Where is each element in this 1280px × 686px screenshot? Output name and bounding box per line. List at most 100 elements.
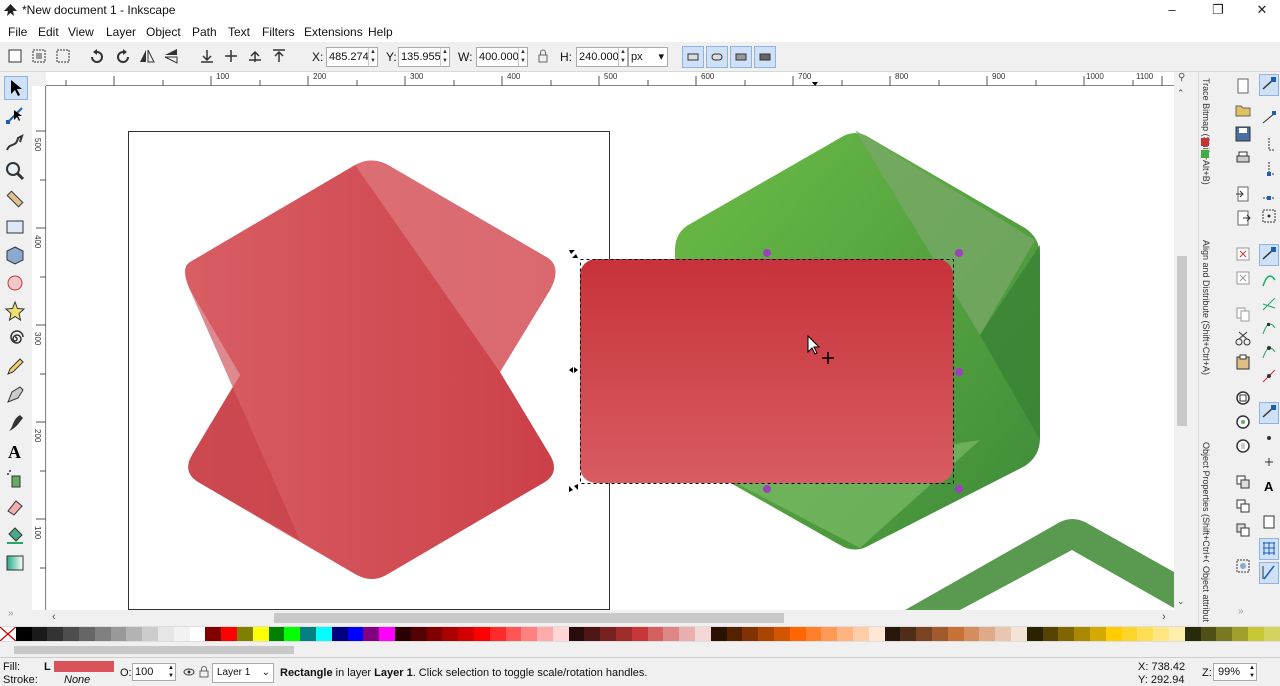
menu-filters[interactable]: Filters: [262, 25, 295, 39]
palette-swatch[interactable]: [884, 627, 901, 641]
snap-rotation-center-icon[interactable]: [1261, 454, 1277, 470]
cut-icon[interactable]: [1235, 330, 1251, 346]
new-document-icon[interactable]: [1235, 78, 1251, 94]
palette-swatch[interactable]: [1232, 627, 1248, 641]
layer-select[interactable]: Layer 1 ⌄: [212, 663, 274, 683]
menu-file[interactable]: File: [8, 25, 27, 39]
palette-swatch[interactable]: [15, 627, 32, 641]
dock-tab-object-attributes[interactable]: Object attributes: [1201, 566, 1211, 622]
palette-swatch[interactable]: [489, 627, 506, 641]
snap-text-baseline-icon[interactable]: A: [1261, 478, 1277, 494]
palette-swatch[interactable]: [868, 627, 885, 641]
select-all-layers-icon[interactable]: [30, 47, 48, 65]
palette-swatch[interactable]: [568, 627, 585, 641]
snap-cusp-icon[interactable]: [1261, 320, 1277, 336]
drawing-canvas[interactable]: [47, 86, 1174, 610]
palette-swatch[interactable]: [205, 627, 222, 641]
palette-swatch[interactable]: [647, 627, 664, 641]
palette-swatch[interactable]: [805, 627, 822, 641]
restore-button[interactable]: ❐: [1196, 0, 1240, 22]
palette-swatch[interactable]: [315, 627, 332, 641]
h-field[interactable]: 240.000 ▲ ▼: [576, 47, 628, 67]
x-field[interactable]: 485.274 ▲ ▼: [326, 47, 378, 67]
rotate-ccw-icon[interactable]: [88, 47, 106, 65]
lock-icon[interactable]: [534, 47, 552, 65]
palette-swatch[interactable]: [1247, 627, 1264, 641]
palette-swatch[interactable]: [442, 627, 459, 641]
palette-swatch[interactable]: [426, 627, 443, 641]
palette-swatch[interactable]: [284, 627, 301, 641]
rotate-cw-icon[interactable]: [114, 47, 132, 65]
copy-icon[interactable]: [1235, 306, 1251, 322]
palette-swatch[interactable]: [774, 627, 790, 641]
palette-swatch[interactable]: [916, 627, 933, 641]
palette-swatch[interactable]: [157, 627, 174, 641]
palette-swatch[interactable]: [521, 627, 538, 641]
palette-swatch[interactable]: [1105, 627, 1122, 641]
menu-layer[interactable]: Layer: [106, 25, 136, 39]
palette-swatch[interactable]: [758, 627, 775, 641]
scroll-left-icon[interactable]: ‹: [52, 611, 56, 623]
menu-help[interactable]: Help: [368, 25, 393, 39]
dock-tab-trace-bitmap[interactable]: Trace Bitmap (Shift+Alt+B): [1201, 78, 1211, 185]
palette-swatch[interactable]: [268, 627, 285, 641]
horizontal-scroll-thumb[interactable]: [274, 613, 784, 623]
palette-swatch[interactable]: [1042, 627, 1059, 641]
fill-swatch[interactable]: [54, 661, 114, 672]
snap-midpoint-icon[interactable]: [1261, 368, 1277, 384]
y-field[interactable]: 135.955 ▲ ▼: [398, 47, 450, 67]
menu-path[interactable]: Path: [192, 25, 217, 39]
pencil-tool[interactable]: [4, 356, 28, 380]
box3d-tool[interactable]: [4, 244, 28, 268]
vertical-scrollbar[interactable]: ⌃ ⌄: [1174, 86, 1188, 610]
selector-tool[interactable]: [4, 76, 28, 100]
palette-swatch[interactable]: [31, 627, 48, 641]
clone-icon[interactable]: [1235, 498, 1251, 514]
palette-swatch[interactable]: [363, 627, 380, 641]
snap-bbox-edge-icon[interactable]: [1261, 136, 1277, 152]
palette-swatch[interactable]: [236, 627, 253, 641]
palette-swatch[interactable]: [300, 627, 316, 641]
palette-swatch[interactable]: [1074, 627, 1090, 641]
dock-tab-object-properties[interactable]: Object Properties (Shift+Ctrl+O): [1201, 442, 1211, 562]
palette-swatch[interactable]: [742, 627, 759, 641]
save-icon[interactable]: [1235, 126, 1251, 142]
palette-swatch[interactable]: [1184, 627, 1201, 641]
zoom-tool[interactable]: [4, 160, 28, 184]
palette-swatch[interactable]: [963, 627, 980, 641]
zoom-corner-icon[interactable]: ⚲: [1178, 72, 1192, 86]
open-folder-icon[interactable]: [1235, 102, 1251, 118]
duplicate-icon[interactable]: [1235, 474, 1251, 490]
snap-page-border-icon[interactable]: [1261, 514, 1277, 530]
lower-icon[interactable]: [222, 47, 240, 65]
palette-swatch[interactable]: [663, 627, 680, 641]
palette-swatch[interactable]: [947, 627, 964, 641]
palette-swatch[interactable]: [552, 627, 569, 641]
palette-swatch[interactable]: [379, 627, 395, 641]
palette-swatch[interactable]: [189, 627, 206, 641]
scale-corners-toggle[interactable]: [706, 46, 728, 68]
palette-swatch[interactable]: [1216, 627, 1233, 641]
scale-stroke-toggle[interactable]: [682, 46, 704, 68]
menu-edit[interactable]: Edit: [38, 25, 59, 39]
palette-swatch[interactable]: [458, 627, 474, 641]
undo-icon[interactable]: [1235, 246, 1251, 262]
palette-swatch[interactable]: [1058, 627, 1075, 641]
snap-nodes-toggle[interactable]: [1259, 244, 1279, 266]
paint-bucket-tool[interactable]: [4, 524, 28, 548]
zoom-field[interactable]: 99% ▲ ▼: [1213, 663, 1257, 681]
palette-swatch[interactable]: [1137, 627, 1154, 641]
move-gradients-toggle[interactable]: [730, 46, 752, 68]
menu-extensions[interactable]: Extensions: [304, 25, 363, 39]
palette-swatch[interactable]: [1089, 627, 1106, 641]
close-button[interactable]: ✕: [1240, 0, 1280, 22]
deselect-icon[interactable]: [54, 47, 72, 65]
palette-swatch[interactable]: [537, 627, 553, 641]
snap-enable-toggle[interactable]: [1259, 74, 1279, 96]
snap-bbox-corner-icon[interactable]: [1261, 160, 1277, 176]
zoom-spin-icon[interactable]: ▲ ▼: [1249, 664, 1255, 680]
palette-swatch[interactable]: [221, 627, 237, 641]
scroll-right-icon[interactable]: ›: [1162, 611, 1166, 623]
palette-swatch[interactable]: [932, 627, 948, 641]
commands-overflow-icon[interactable]: »: [1238, 606, 1244, 617]
